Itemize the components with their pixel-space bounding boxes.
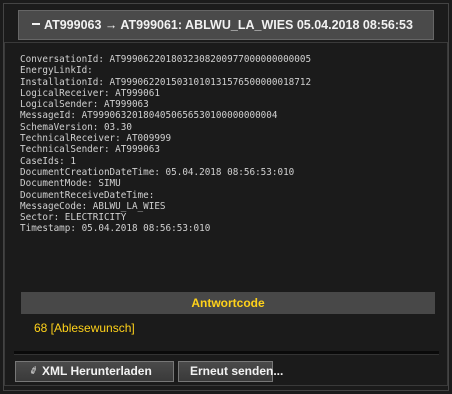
antwortcode-value: 68 [Ablesewunsch] — [34, 321, 135, 335]
antwortcode-header: Antwortcode — [21, 292, 435, 314]
detail-document-mode: DocumentMode: SIMU — [20, 178, 121, 190]
detail-technical-receiver: TechnicalReceiver: AT009999 — [20, 133, 172, 145]
detail-document-creation-datetime: DocumentCreationDateTime: 05.04.2018 08:… — [20, 166, 295, 178]
detail-energy-link-id: EnergyLinkId: — [20, 65, 93, 77]
detail-technical-sender: TechnicalSender: AT999063 — [20, 144, 160, 156]
divider — [14, 351, 439, 355]
download-xml-button[interactable]: ✐ XML Herunterladen — [15, 361, 174, 382]
resend-button[interactable]: Erneut senden... — [178, 361, 283, 382]
detail-case-ids: CaseIds: 1 — [20, 155, 76, 167]
resend-label: Erneut senden... — [190, 364, 284, 378]
message-detail-panel: AT999063 → AT999061: ABLWU_LA_WIES 05.04… — [0, 0, 452, 394]
message-details-list: ConversationId: AT9990622018032308200977… — [20, 54, 440, 235]
detail-message-id: MessageId: AT999063201804050656530100000… — [20, 110, 278, 122]
detail-conversation-id: ConversationId: AT9990622018032308200977… — [20, 54, 312, 65]
download-icon: ✐ — [28, 364, 41, 379]
detail-sector: Sector: ELECTRICITY — [20, 212, 127, 224]
download-xml-label: XML Herunterladen — [42, 364, 152, 378]
detail-installation-id: InstallationId: AT9990622015031010131576… — [20, 76, 312, 88]
detail-logical-sender: LogicalSender: AT999063 — [20, 99, 149, 111]
detail-logical-receiver: LogicalReceiver: AT999061 — [20, 87, 160, 99]
detail-timestamp: Timestamp: 05.04.2018 08:56:53:010 — [20, 223, 211, 235]
message-header[interactable]: AT999063 → AT999061: ABLWU_LA_WIES 05.04… — [18, 10, 434, 40]
detail-schema-version: SchemaVersion: 03.30 — [20, 121, 132, 133]
detail-message-code: MessageCode: ABLWU_LA_WIES — [20, 200, 166, 212]
collapse-minus-icon[interactable] — [31, 11, 41, 39]
message-title: AT999063 → AT999061: ABLWU_LA_WIES 05.04… — [44, 18, 413, 32]
detail-document-receive-datetime: DocumentReceiveDateTime: — [20, 189, 155, 201]
